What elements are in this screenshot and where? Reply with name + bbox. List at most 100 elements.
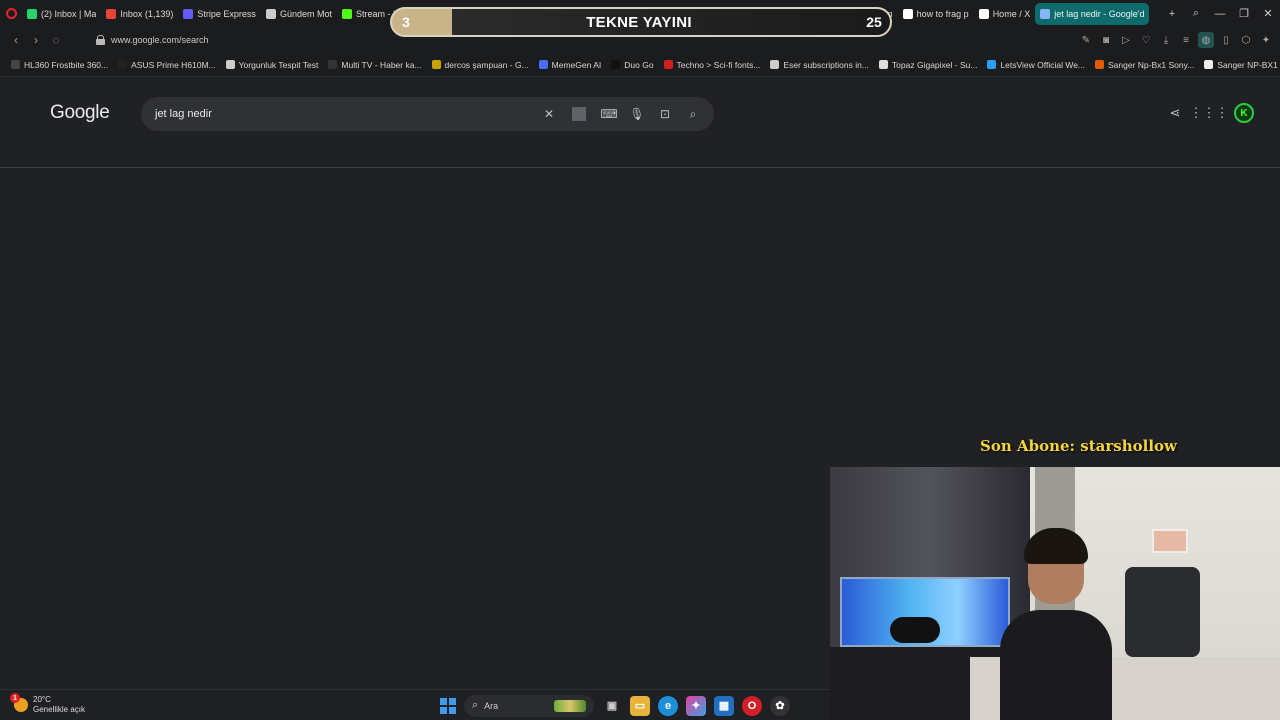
google-logo[interactable]: Google (50, 102, 110, 124)
taskbar-search[interactable]: ⌕ Ara (464, 694, 594, 717)
screen: (2) Inbox | Ma Inbox (1,139) Stripe Expres… (0, 0, 1280, 720)
microphone-icon[interactable]: 🎙 (629, 107, 644, 121)
bookmark-label: Multi TV - Haber ka... (341, 59, 422, 70)
bookmark-favicon-icon (878, 60, 888, 69)
google-header: Google jet lag nedir ✕ ⌨ 🎙 ⊡ ⌕ ⋖ ⋮⋮⋮ K (0, 78, 1280, 168)
browser-tab[interactable]: jet lag nedir - Google'd (1035, 2, 1150, 25)
bookmark-item[interactable]: dercos şampuan - G... (427, 60, 534, 70)
loading-spinner-icon[interactable]: ◌ (46, 30, 66, 50)
extension-icon[interactable]: ▯ (1218, 32, 1234, 48)
last-subscriber-label: Son Abone: starshollow (980, 437, 1177, 455)
bookmark-item[interactable]: Sanger Np-Bx1 Sony... (1090, 60, 1199, 70)
bookmark-item[interactable]: MemeGen AI (534, 60, 607, 70)
camera-icon[interactable]: ◙ (1098, 32, 1114, 48)
lens-icon[interactable]: ⊡ (658, 107, 672, 121)
copilot-icon[interactable]: ✦ (686, 695, 706, 716)
search-icon: ⌕ (472, 699, 479, 711)
doc-icon (265, 8, 276, 19)
bookmark-favicon-icon (663, 60, 673, 69)
minimize-icon[interactable]: — (1208, 0, 1232, 27)
bookmark-label: LetsView Official We... (1000, 59, 1086, 70)
bookmark-item[interactable]: HL360 Frostbite 360... (6, 60, 113, 70)
ai-icon[interactable]: ✦ (1258, 32, 1274, 48)
tab-label: Gündem Mot (279, 8, 332, 19)
bookmark-label: HL360 Frostbite 360... (24, 59, 109, 70)
search-tabs-icon[interactable]: ⌕ (1184, 0, 1208, 27)
tab-label: (2) Inbox | Ma (41, 8, 97, 19)
bookmark-item[interactable]: Multi TV - Haber ka... (323, 60, 426, 70)
bookmark-label: Yorgunluk Tespit Test (238, 59, 319, 70)
store-icon[interactable]: ▦ (714, 695, 734, 716)
browser-tab[interactable]: how to frag p (898, 3, 974, 25)
webcam-feed (830, 467, 1280, 720)
profile-icon[interactable]: ◍ (1198, 32, 1214, 48)
lock-icon[interactable] (96, 35, 105, 45)
bookmark-label: MemeGen AI (551, 59, 602, 70)
download-icon[interactable]: ⤓ (1158, 32, 1174, 48)
bookmark-item[interactable]: Yorgunluk Tespit Test (221, 60, 324, 70)
bookmark-label: dercos şampuan - G... (444, 59, 529, 70)
heart-icon[interactable]: ♡ (1138, 32, 1154, 48)
windows-start-icon[interactable] (440, 697, 456, 714)
weather-widget[interactable]: 1 20°C Genellikle açık (10, 693, 85, 715)
search-box[interactable]: jet lag nedir ✕ ⌨ 🎙 ⊡ ⌕ (141, 97, 714, 131)
tab-label: jet lag nedir - Google'd (1054, 8, 1145, 19)
search-icon[interactable]: ⌕ (686, 107, 700, 121)
url-text[interactable]: www.google.com/search (111, 35, 209, 45)
bookmark-item[interactable]: Topaz Gigapixel - Su... (874, 60, 983, 70)
cube-icon[interactable]: ⬡ (1238, 32, 1254, 48)
maximize-icon[interactable]: ❐ (1232, 0, 1256, 27)
x-icon (978, 8, 989, 19)
bookmark-item[interactable]: Eser subscriptions in... (765, 60, 874, 70)
bookmark-label: Duo Go (624, 59, 654, 70)
new-tab-icon[interactable]: + (1160, 0, 1184, 27)
bookmark-item[interactable]: ASUS Prime H610M... (113, 60, 221, 70)
stream-overlay-banner: 3 TEKNE YAYINI 25 (390, 7, 892, 37)
bookmark-item[interactable]: LetsView Official We... (982, 60, 1090, 70)
divider (572, 107, 586, 121)
back-icon[interactable]: ‹ (6, 30, 26, 50)
bookmark-item[interactable]: Techno > Sci-fi fonts... (659, 60, 766, 70)
file-explorer-icon[interactable]: ▭ (630, 695, 650, 716)
opera-icon[interactable]: O (742, 695, 762, 716)
overlay-title: TEKNE YAYINI (586, 13, 692, 31)
search-input[interactable]: jet lag nedir (155, 108, 542, 120)
browser-tab[interactable]: Stripe Express (178, 3, 261, 25)
bookmark-favicon-icon (431, 60, 441, 69)
webcam-chair (1125, 567, 1200, 657)
browser-tab[interactable]: Home / X (974, 3, 1036, 25)
bookmark-label: Sanger Np-Bx1 Sony... (1108, 59, 1195, 70)
bookmark-item[interactable]: Sanger NP-BX1 Son (1199, 60, 1280, 70)
bookmark-favicon-icon (11, 60, 20, 69)
browser-tab[interactable]: (2) Inbox | Ma (22, 3, 101, 25)
task-view-icon[interactable]: ▣ (602, 696, 622, 716)
edit-icon[interactable]: ✎ (1078, 32, 1094, 48)
bookmark-favicon-icon (225, 60, 235, 69)
play-icon[interactable]: ▷ (1118, 32, 1134, 48)
taskbar-search-label: Ara (484, 700, 499, 711)
menu-icon[interactable]: ≡ (1178, 32, 1194, 48)
address-bar-actions: ✎ ◙ ▷ ♡ ⤓ ≡ ◍ ▯ ⬡ ✦ (1078, 32, 1274, 48)
bookmark-favicon-icon (1204, 60, 1214, 69)
forward-icon[interactable]: › (26, 30, 46, 50)
window-controls: + ⌕ — ❐ ✕ (1160, 0, 1280, 27)
apps-grid-icon[interactable]: ⋮⋮⋮ (1190, 104, 1229, 122)
bookmark-favicon-icon (770, 60, 780, 69)
opera-logo-icon[interactable] (0, 0, 22, 27)
clear-icon[interactable]: ✕ (542, 107, 556, 121)
webcam-microphone (890, 617, 940, 643)
close-icon[interactable]: ✕ (1256, 0, 1280, 27)
browser-tab[interactable]: Gündem Mot (261, 3, 337, 25)
bookmark-item[interactable]: Duo Go (606, 60, 658, 70)
google-header-actions: ⋖ ⋮⋮⋮ K (1166, 103, 1254, 123)
webcam-wall-art (1152, 529, 1188, 553)
share-icon[interactable]: ⋖ (1166, 104, 1184, 122)
browser-tab[interactable]: Inbox (1,139) (101, 3, 178, 25)
weather-temp: 20°C (33, 695, 51, 704)
account-avatar[interactable]: K (1234, 103, 1254, 123)
bookmark-label: Eser subscriptions in... (783, 59, 869, 70)
keyboard-icon[interactable]: ⌨ (600, 107, 617, 121)
app-icon[interactable]: ✿ (770, 695, 790, 716)
url-field[interactable]: www.google.com/search (96, 35, 209, 45)
edge-icon[interactable]: e (658, 695, 678, 716)
